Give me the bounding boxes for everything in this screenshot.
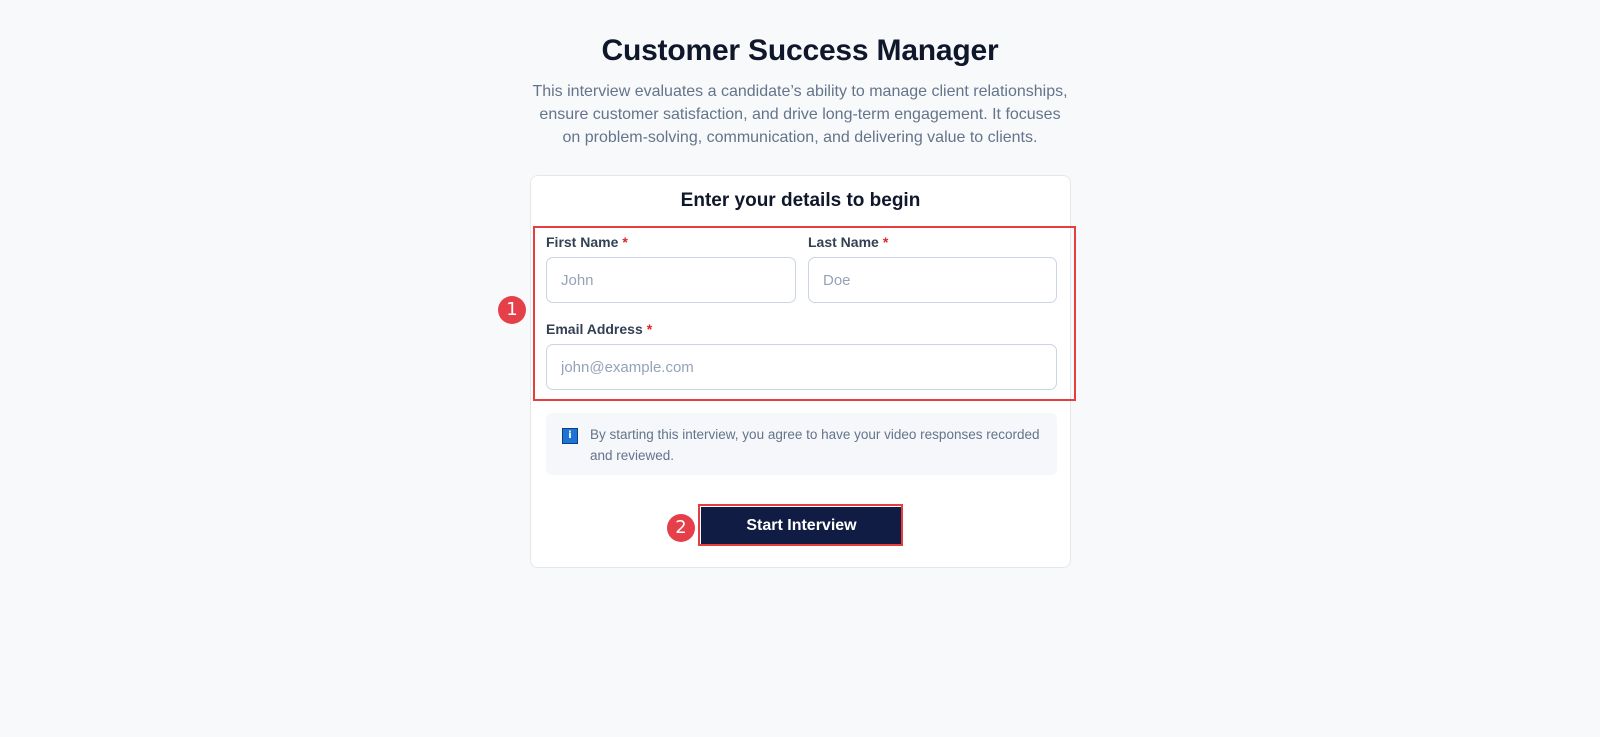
required-mark: * bbox=[646, 321, 653, 337]
recording-notice: i By starting this interview, you agree … bbox=[546, 413, 1057, 475]
last-name-label-text: Last Name bbox=[808, 234, 879, 250]
start-interview-button[interactable]: Start Interview bbox=[701, 507, 902, 545]
email-label: Email Address * bbox=[546, 321, 652, 337]
first-name-input[interactable] bbox=[546, 257, 796, 303]
details-card: Enter your details to begin First Name * … bbox=[530, 175, 1071, 568]
first-name-label-text: First Name bbox=[546, 234, 619, 250]
card-title: Enter your details to begin bbox=[680, 190, 921, 211]
annotation-marker-1: 1 bbox=[498, 296, 526, 324]
page-description: This interview evaluates a candidate’s a… bbox=[532, 83, 1068, 146]
last-name-input[interactable] bbox=[808, 257, 1057, 303]
required-mark: * bbox=[882, 234, 889, 250]
last-name-label: Last Name * bbox=[808, 234, 888, 250]
required-mark: * bbox=[622, 234, 628, 250]
page-title: Customer Success Manager bbox=[601, 34, 999, 67]
notice-text: By starting this interview, you agree to… bbox=[590, 427, 1040, 463]
annotation-marker-2: 2 bbox=[667, 514, 695, 542]
email-input[interactable] bbox=[546, 344, 1057, 390]
email-label-text: Email Address bbox=[546, 321, 643, 337]
info-icon: i bbox=[562, 428, 578, 444]
first-name-label: First Name * bbox=[546, 234, 628, 250]
